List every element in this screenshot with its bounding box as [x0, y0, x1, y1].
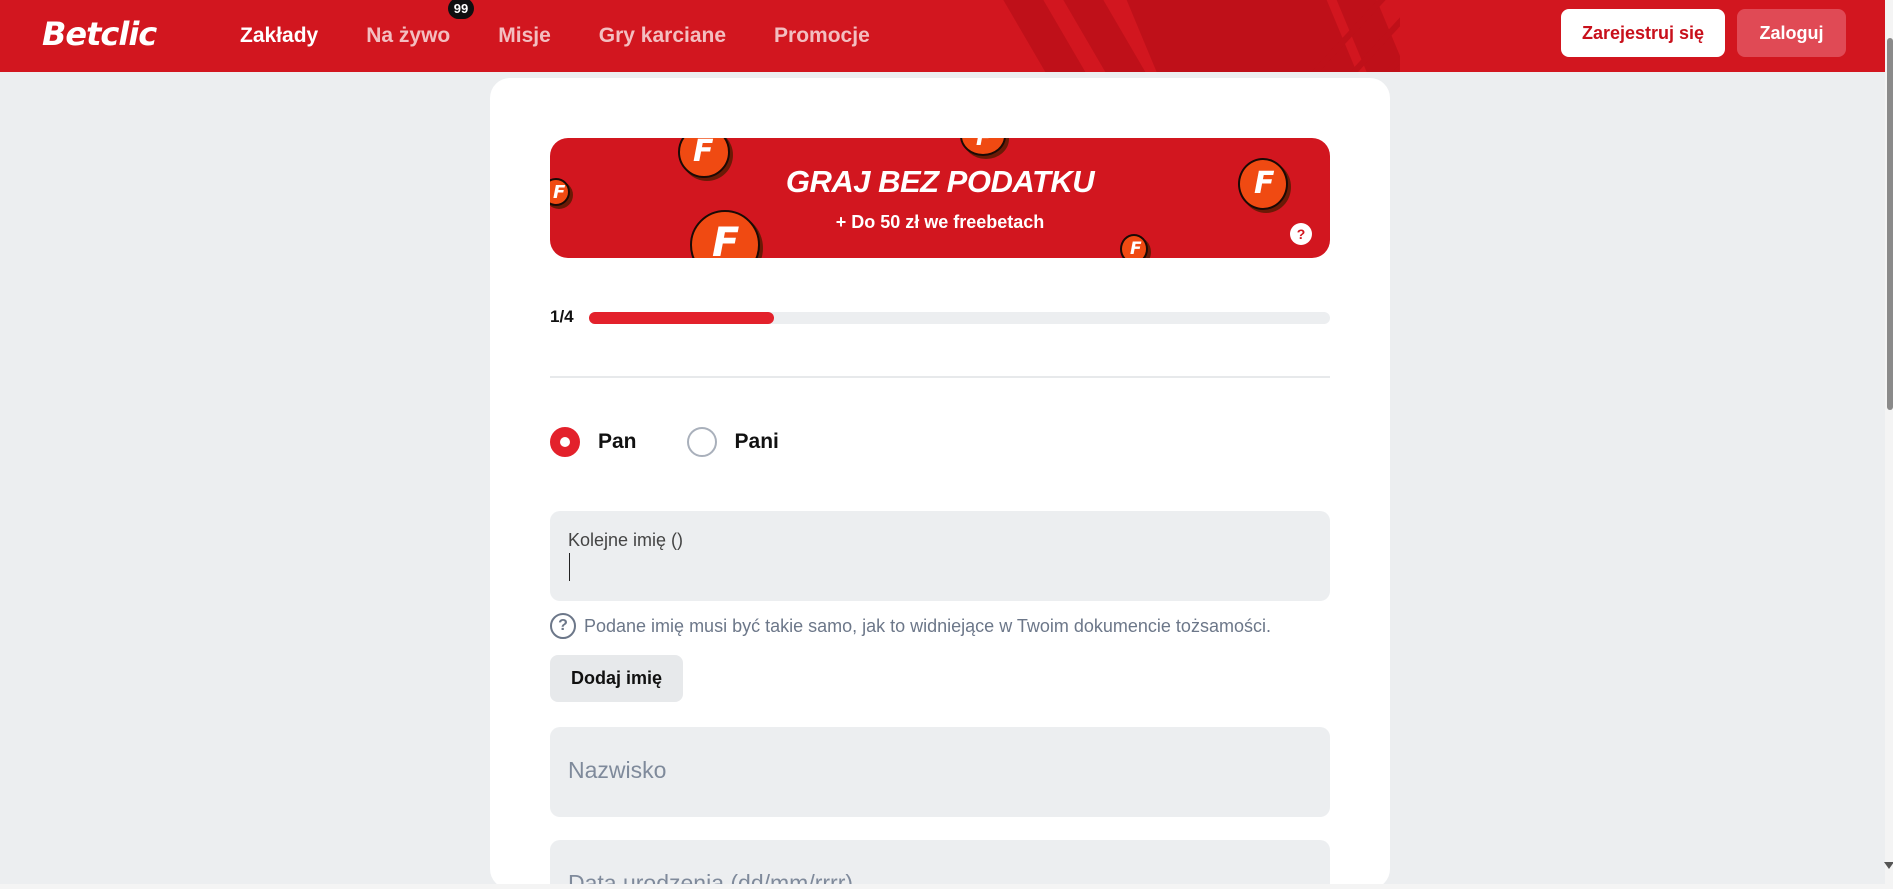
promo-subtitle: + Do 50 zł we freebetach: [835, 212, 1045, 232]
live-count-badge: 99: [447, 0, 475, 19]
step-counter: 1/4: [550, 307, 574, 326]
radio-label-pani: Pani: [734, 430, 779, 453]
nav-label: Misje: [498, 24, 551, 47]
nav-gry-karciane[interactable]: Gry karciane: [599, 24, 726, 48]
registration-progress: [589, 312, 1330, 324]
name-hint: ? Podane imię musi być takie samo, jak t…: [550, 613, 1271, 639]
promo-banner[interactable]: F F F F F F GRAJ BEZ PODATKU + Do 50 zł …: [550, 138, 1330, 258]
header-decoration: [1003, 0, 1400, 72]
nav-label: Gry karciane: [598, 24, 727, 47]
top-bar: Betclic Zakłady Na żywo 99 Misje Gry kar…: [0, 0, 1885, 72]
radio-label-pan: Pan: [598, 430, 637, 453]
registration-card: F F F F F F GRAJ BEZ PODATKU + Do 50 zł …: [490, 78, 1390, 889]
scrollbar-thumb[interactable]: [1887, 38, 1893, 410]
scroll-down-arrow-icon[interactable]: [1884, 862, 1893, 869]
nav-na-zywo[interactable]: Na żywo 99: [366, 0, 475, 48]
surname-placeholder: Nazwisko: [568, 757, 667, 783]
next-name-label: Kolejne imię (): [568, 530, 684, 550]
divider: [550, 376, 1330, 378]
nav-misje[interactable]: Misje: [498, 24, 551, 48]
help-icon[interactable]: ?: [1290, 223, 1312, 245]
betclic-logo[interactable]: Betclic: [42, 15, 157, 53]
birthdate-field[interactable]: Data urodzenia (dd/mm/rrrr): [550, 840, 1330, 889]
nav-zaklady[interactable]: Zakłady: [240, 24, 318, 48]
next-name-field[interactable]: Kolejne imię (): [550, 511, 1330, 601]
radio-pan[interactable]: [550, 427, 580, 457]
nav-label: Na żywo: [366, 24, 451, 47]
add-name-button[interactable]: Dodaj imię: [550, 655, 683, 702]
login-button[interactable]: Zaloguj: [1737, 9, 1846, 57]
bottom-edge: [0, 884, 1885, 889]
surname-field[interactable]: Nazwisko: [550, 727, 1330, 817]
coin-icon: F: [960, 138, 1006, 156]
question-icon: ?: [550, 613, 576, 639]
hint-text: Podane imię musi być takie samo, jak to …: [584, 615, 1271, 636]
main-nav: Zakłady Na żywo 99 Misje Gry karciane Pr…: [240, 0, 918, 72]
nav-promocje[interactable]: Promocje: [774, 24, 870, 48]
promo-title: GRAJ BEZ PODATKU: [785, 164, 1095, 199]
register-button[interactable]: Zarejestruj się: [1561, 9, 1725, 57]
progress-fill: [589, 312, 775, 324]
nav-label: Zakłady: [240, 24, 319, 47]
nav-label: Promocje: [774, 24, 870, 47]
next-name-input[interactable]: [568, 555, 1308, 583]
radio-pani[interactable]: [686, 427, 717, 457]
coin-icon: F: [1120, 234, 1148, 258]
gender-selector: Pan Pani: [550, 427, 779, 457]
